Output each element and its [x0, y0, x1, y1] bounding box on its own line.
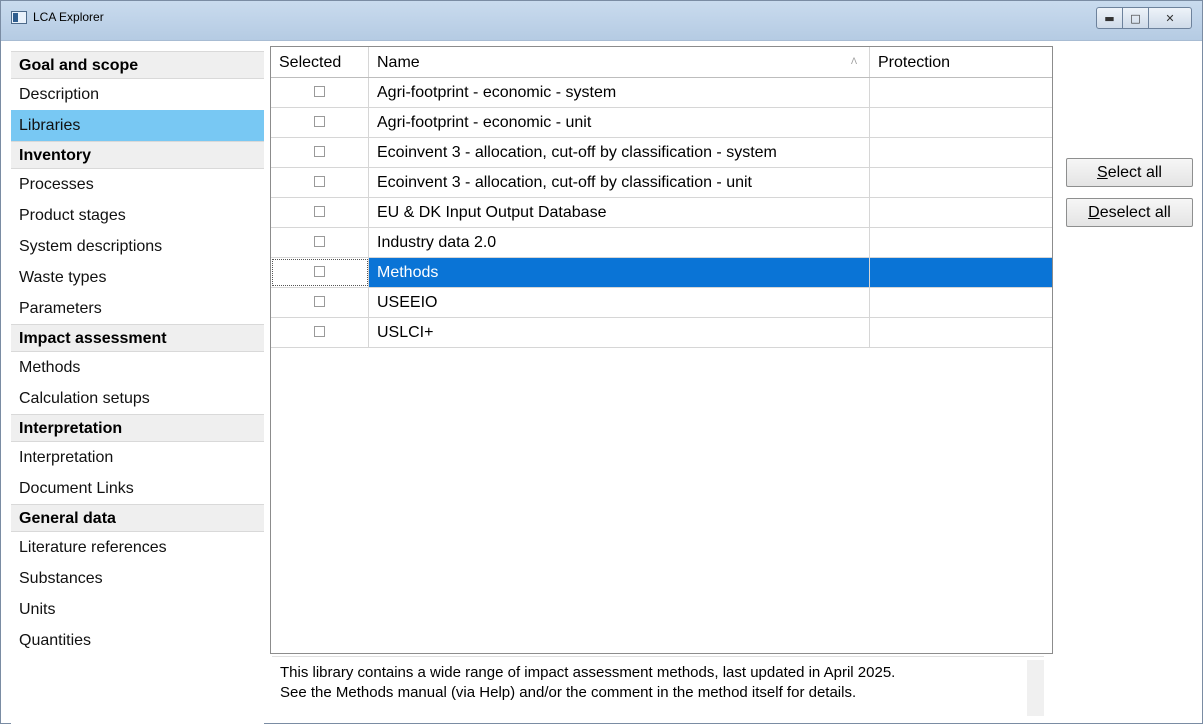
sidebar-item-document-links[interactable]: Document Links	[11, 473, 264, 504]
sidebar-item-calculation-setups[interactable]: Calculation setups	[11, 383, 264, 414]
library-name-cell: Ecoinvent 3 - allocation, cut-off by cla…	[369, 168, 870, 197]
column-header-protection[interactable]: Protection	[870, 47, 1052, 77]
column-header-name[interactable]: Name Λ	[369, 47, 870, 77]
table-row[interactable]: USEEIO	[271, 288, 1052, 318]
sidebar-item-units[interactable]: Units	[11, 594, 264, 625]
sidebar-section-header: Goal and scope	[11, 51, 264, 79]
window-title: LCA Explorer	[33, 10, 104, 24]
column-header-name-label: Name	[377, 54, 420, 71]
select-all-mnemonic: S	[1097, 163, 1108, 181]
table-row[interactable]: USLCI+	[271, 318, 1052, 348]
table-row[interactable]: Industry data 2.0	[271, 228, 1052, 258]
sidebar-item-substances[interactable]: Substances	[11, 563, 264, 594]
library-name-cell: Agri-footprint - economic - system	[369, 78, 870, 107]
table-row[interactable]: Agri-footprint - economic - system	[271, 78, 1052, 108]
sidebar-nav: Goal and scope Description Libraries Invent…	[11, 51, 264, 725]
selected-cell	[271, 138, 369, 167]
sidebar-item-methods[interactable]: Methods	[11, 352, 264, 383]
table-header: Selected Name Λ Protection	[271, 47, 1052, 78]
sort-ascending-icon: Λ	[850, 56, 857, 66]
selected-cell	[271, 318, 369, 347]
select-checkbox[interactable]	[314, 296, 325, 307]
selected-cell	[271, 258, 369, 287]
selected-cell	[271, 288, 369, 317]
library-name-cell: Agri-footprint - economic - unit	[369, 108, 870, 137]
sidebar-item-waste-types[interactable]: Waste types	[11, 262, 264, 293]
select-checkbox[interactable]	[314, 116, 325, 127]
library-name-cell: Methods	[369, 258, 870, 287]
close-button[interactable]: ✕	[1148, 7, 1192, 29]
sidebar-item-processes[interactable]: Processes	[11, 169, 264, 200]
select-all-label: elect all	[1107, 163, 1162, 181]
table-row[interactable]: EU & DK Input Output Database	[271, 198, 1052, 228]
protection-cell	[870, 258, 1052, 287]
select-checkbox[interactable]	[314, 236, 325, 247]
protection-cell	[870, 108, 1052, 137]
deselect-all-mnemonic: D	[1088, 203, 1100, 221]
sidebar-item-system-descriptions[interactable]: System descriptions	[11, 231, 264, 262]
sidebar-item-product-stages[interactable]: Product stages	[11, 200, 264, 231]
selected-cell	[271, 78, 369, 107]
sidebar-item-description[interactable]: Description	[11, 79, 264, 110]
protection-cell	[870, 198, 1052, 227]
window-controls: ▬ □ ✕	[1096, 7, 1192, 29]
protection-cell	[870, 168, 1052, 197]
table-row[interactable]: Ecoinvent 3 - allocation, cut-off by cla…	[271, 168, 1052, 198]
select-checkbox[interactable]	[314, 176, 325, 187]
selected-cell	[271, 108, 369, 137]
minimize-icon: ▬	[1104, 11, 1115, 25]
protection-cell	[870, 138, 1052, 167]
sidebar-section-header: Impact assessment	[11, 324, 264, 352]
deselect-all-label: eselect all	[1099, 203, 1171, 221]
title-bar[interactable]: LCA Explorer ▬ □ ✕	[1, 1, 1202, 41]
library-description: This library contains a wide range of im…	[272, 656, 1044, 718]
libraries-table: Selected Name Λ Protection Agri-footprin…	[270, 46, 1053, 654]
protection-cell	[870, 318, 1052, 347]
select-checkbox[interactable]	[314, 146, 325, 157]
library-name-cell: EU & DK Input Output Database	[369, 198, 870, 227]
description-scrollbar[interactable]	[1027, 660, 1044, 716]
app-icon	[11, 11, 27, 24]
minimize-button[interactable]: ▬	[1096, 7, 1123, 29]
sidebar-section-header: General data	[11, 504, 264, 532]
select-all-button[interactable]: Select all	[1066, 158, 1193, 187]
table-row[interactable]: Methods	[271, 258, 1052, 288]
sidebar-item-interpretation[interactable]: Interpretation	[11, 442, 264, 473]
protection-cell	[870, 228, 1052, 257]
selected-cell	[271, 198, 369, 227]
sidebar-section-header: Interpretation	[11, 414, 264, 442]
selected-cell	[271, 228, 369, 257]
sidebar-section-header: Inventory	[11, 141, 264, 169]
select-checkbox[interactable]	[314, 326, 325, 337]
table-row[interactable]: Agri-footprint - economic - unit	[271, 108, 1052, 138]
library-name-cell: USEEIO	[369, 288, 870, 317]
description-line-2: See the Methods manual (via Help) and/or…	[280, 684, 857, 701]
maximize-button[interactable]: □	[1122, 7, 1149, 29]
maximize-icon: □	[1130, 11, 1141, 25]
select-checkbox[interactable]	[314, 206, 325, 217]
selected-cell	[271, 168, 369, 197]
select-checkbox[interactable]	[314, 266, 325, 277]
sidebar-item-libraries[interactable]: Libraries	[11, 110, 264, 141]
protection-cell	[870, 78, 1052, 107]
sidebar-item-parameters[interactable]: Parameters	[11, 293, 264, 324]
library-name-cell: Industry data 2.0	[369, 228, 870, 257]
table-body: Agri-footprint - economic - system Agri-f…	[271, 78, 1052, 348]
close-icon: ✕	[1165, 11, 1175, 25]
library-name-cell: USLCI+	[369, 318, 870, 347]
protection-cell	[870, 288, 1052, 317]
deselect-all-button[interactable]: Deselect all	[1066, 198, 1193, 227]
sidebar-item-literature-references[interactable]: Literature references	[11, 532, 264, 563]
select-checkbox[interactable]	[314, 86, 325, 97]
library-name-cell: Ecoinvent 3 - allocation, cut-off by cla…	[369, 138, 870, 167]
column-header-selected[interactable]: Selected	[271, 47, 369, 77]
table-row[interactable]: Ecoinvent 3 - allocation, cut-off by cla…	[271, 138, 1052, 168]
sidebar-item-quantities[interactable]: Quantities	[11, 625, 264, 656]
lca-explorer-window: LCA Explorer ▬ □ ✕ Goal and scope Descrip…	[0, 0, 1203, 725]
description-line-1: This library contains a wide range of im…	[280, 664, 896, 681]
